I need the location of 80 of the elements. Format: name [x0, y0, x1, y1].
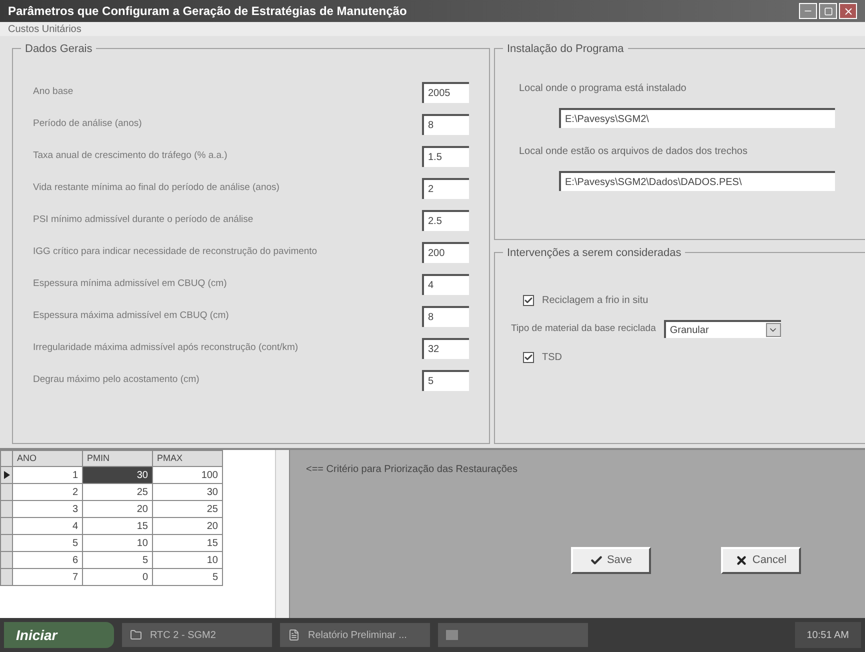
input-field[interactable]: 5 [422, 370, 469, 391]
table-cell: 0 [82, 568, 152, 586]
field-label: Período de análise (anos) [33, 117, 142, 132]
table-cell: 2 [12, 484, 82, 500]
maximize-button[interactable] [819, 3, 837, 19]
input-field[interactable]: 8 [422, 114, 469, 135]
table-cell: 4 [12, 518, 82, 534]
column-header: PMIN [82, 450, 152, 466]
field-label: Taxa anual de crescimento do tráfego (% a.a.) [33, 149, 228, 164]
column-header: PMAX [152, 450, 222, 466]
caret-icon [766, 323, 781, 337]
field-label: Vida restante mínima ao final do período de análise (anos) [33, 181, 280, 196]
table-cell: 1 [12, 466, 82, 484]
row-indicator[interactable] [0, 466, 12, 484]
clock: 10:51 AM [806, 628, 849, 642]
input-field[interactable]: 200 [422, 242, 469, 263]
field-label: Espessura mínima admissível em CBUQ (cm) [33, 277, 227, 292]
checkbox[interactable] [523, 295, 534, 306]
table-cell: 20 [152, 518, 222, 534]
table-cell: 10 [82, 534, 152, 552]
table-cell: 5 [12, 534, 82, 552]
table-cell: 30 [152, 484, 222, 500]
table-cell: 6 [12, 552, 82, 568]
input-field[interactable]: 2.5 [422, 210, 469, 231]
close-button[interactable] [839, 3, 857, 19]
taskbar-button[interactable]: Relatório Preliminar ... [280, 623, 430, 647]
table-cell: 5 [82, 552, 152, 568]
group-title: Intervenções a serem consideradas [503, 245, 686, 262]
table-cell: 20 [82, 500, 152, 518]
checkbox-label: Reciclagem a frio in situ [542, 294, 648, 308]
document-icon [288, 629, 300, 641]
taskbar-button[interactable] [438, 623, 588, 647]
folder-icon [130, 629, 142, 641]
save-button[interactable]: Save [571, 547, 651, 574]
input-field[interactable]: 2005 [422, 82, 469, 103]
table-cell: 7 [12, 568, 82, 586]
cancel-button[interactable]: Cancel [721, 547, 801, 574]
scrollbar[interactable] [275, 450, 289, 618]
field-label: Espessura máxima admissível em CBUQ (cm) [33, 309, 229, 324]
group-title: Instalação do Programa [503, 41, 628, 58]
field-label: Ano base [33, 85, 74, 100]
menu-item[interactable]: Custos Unitários [4, 22, 86, 36]
check-icon [590, 554, 603, 567]
dropdown[interactable]: Granular [664, 320, 781, 338]
close-icon [842, 6, 854, 16]
field-label: Degrau máximo pelo acostamento (cm) [33, 373, 200, 388]
table-cell: 30 [82, 466, 152, 484]
table-cell: 15 [82, 518, 152, 534]
input-field[interactable]: 2 [422, 178, 469, 199]
input-field[interactable]: 8 [422, 306, 469, 327]
checkbox[interactable] [523, 352, 534, 363]
field-label: IGG crítico para indicar necessidade de reconstrução do pavimento [33, 245, 318, 260]
input-field[interactable]: 32 [422, 338, 469, 359]
table-cell: 25 [82, 484, 152, 500]
taskbar-button[interactable]: RTC 2 - SGM2 [122, 623, 272, 647]
table-cell: 100 [152, 466, 222, 484]
minimize-button[interactable] [799, 3, 817, 19]
table-cell: 3 [12, 500, 82, 518]
table-cell: 10 [152, 552, 222, 568]
table-cell: 25 [152, 500, 222, 518]
window-title: Parâmetros que Configuram a Geração de Estratégias de Manutenção [8, 3, 407, 20]
field-label: Tipo de material da base reciclada [511, 322, 656, 336]
maximize-icon [824, 6, 832, 16]
app-icon [446, 630, 458, 640]
path-field[interactable]: E:\Pavesys\SGM2\Dados\DADOS.PES\ [559, 171, 835, 191]
table-cell: 5 [152, 568, 222, 586]
column-header: ANO [12, 450, 82, 466]
field-label: Irregularidade máxima admissível após reconstrução (cont/km) [33, 341, 298, 356]
field-label: Local onde o programa está instalado [519, 82, 688, 96]
note-text: <== Critério para Priorização das Restaurações [306, 463, 518, 477]
table-cell: 15 [152, 534, 222, 552]
input-field[interactable]: 1.5 [422, 146, 469, 167]
input-field[interactable]: 4 [422, 274, 469, 295]
path-field[interactable]: E:\Pavesys\SGM2\ [559, 108, 835, 128]
field-label: PSI mínimo admissível durante o período de análise [33, 213, 254, 228]
pointer-icon [4, 470, 10, 479]
checkbox-label: TSD [542, 351, 562, 365]
close-icon [735, 554, 748, 567]
field-label: Local onde estão os arquivos de dados dos trechos [519, 145, 748, 159]
start-button[interactable]: Iniciar [4, 622, 114, 648]
